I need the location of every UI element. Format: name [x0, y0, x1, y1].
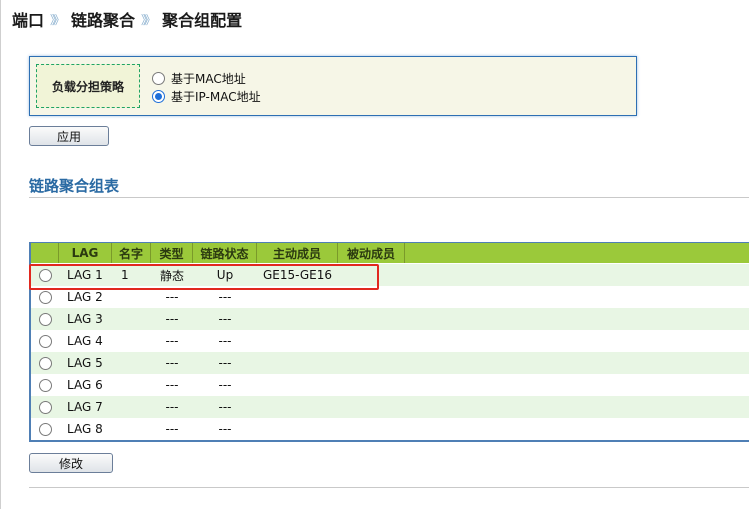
cell-active-members — [257, 418, 338, 440]
row-select-radio[interactable] — [38, 378, 52, 392]
header-lag: LAG — [59, 243, 112, 263]
cell-lag: LAG 5 — [67, 356, 103, 370]
table-header: LAG 名字 类型 链路状态 主动成员 被动成员 — [31, 243, 749, 263]
row-select-radio[interactable] — [38, 312, 52, 326]
cell-name — [112, 286, 151, 308]
cell-passive-members — [338, 396, 405, 418]
radio-ip-mac[interactable] — [152, 90, 165, 103]
breadcrumb: 端口 》》 链路聚合 》》 聚合组配置 — [12, 6, 242, 32]
cell-passive-members — [338, 352, 405, 374]
table-row[interactable]: LAG 3 --- --- — [31, 308, 749, 330]
breadcrumb-separator-icon: 》》 — [141, 12, 156, 27]
cell-type: --- — [165, 312, 179, 326]
page-title: 聚合组配置 — [162, 11, 243, 30]
cell-active-members — [257, 308, 338, 330]
bottom-divider — [29, 487, 749, 488]
cell-lag: LAG 7 — [67, 400, 103, 414]
cell-name — [112, 396, 151, 418]
header-active-members: 主动成员 — [257, 243, 338, 263]
cell-name: 1 — [121, 268, 129, 282]
row-select-radio[interactable] — [38, 356, 52, 370]
cell-passive-members — [338, 374, 405, 396]
apply-button[interactable]: 应用 — [29, 126, 109, 146]
cell-passive-members — [338, 418, 405, 440]
cell-lag: LAG 1 — [67, 268, 103, 282]
load-balance-option-ip-mac[interactable]: 基于IP-MAC地址 — [152, 88, 261, 105]
load-balance-label: 负载分担策略 — [36, 64, 140, 108]
cell-name — [112, 352, 151, 374]
header-select — [31, 243, 59, 263]
breadcrumb-item-port[interactable]: 端口 — [12, 7, 44, 31]
table-row[interactable]: LAG 8 --- --- — [31, 418, 749, 440]
cell-link-status: --- — [218, 312, 232, 326]
radio-ip-mac-label: 基于IP-MAC地址 — [171, 90, 261, 104]
table-row[interactable]: LAG 7 --- --- — [31, 396, 749, 418]
row-select-radio[interactable] — [38, 422, 52, 436]
cell-link-status: --- — [218, 400, 232, 414]
table-row[interactable]: LAG 6 --- --- — [31, 374, 749, 396]
cell-passive-members — [338, 308, 405, 330]
load-balance-panel: 负载分担策略 基于MAC地址 基于IP-MAC地址 — [29, 56, 637, 116]
cell-name — [112, 374, 151, 396]
radio-mac-label: 基于MAC地址 — [171, 72, 246, 86]
cell-link-status: Up — [216, 268, 234, 282]
cell-link-status: --- — [218, 378, 232, 392]
radio-mac[interactable] — [152, 72, 165, 85]
row-select-radio[interactable] — [38, 290, 52, 304]
lag-table: LAG 名字 类型 链路状态 主动成员 被动成员 LAG 1 1 静态 Up G… — [29, 242, 749, 442]
section-title: 链路聚合组表 — [29, 177, 120, 195]
cell-active-members — [257, 374, 338, 396]
header-filler — [405, 243, 749, 263]
header-passive-members: 被动成员 — [338, 243, 405, 263]
table-row[interactable]: LAG 2 --- --- — [31, 286, 749, 308]
cell-active-members: GE15-GE16 — [262, 268, 333, 282]
cell-name — [112, 308, 151, 330]
cell-type: --- — [165, 334, 179, 348]
cell-link-status: --- — [218, 290, 232, 304]
table-row[interactable]: LAG 4 --- --- — [31, 330, 749, 352]
table-row[interactable]: LAG 1 1 静态 Up GE15-GE16 — [31, 264, 749, 286]
cell-lag: LAG 8 — [67, 422, 103, 436]
header-link-status: 链路状态 — [193, 243, 257, 263]
cell-passive-members — [338, 264, 405, 286]
modify-button[interactable]: 修改 — [29, 453, 113, 473]
cell-type: --- — [165, 400, 179, 414]
section-divider — [29, 197, 749, 198]
breadcrumb-separator-icon: 》》 — [50, 12, 65, 27]
cell-name — [112, 418, 151, 440]
row-select-radio[interactable] — [38, 400, 52, 414]
cell-link-status: --- — [218, 422, 232, 436]
cell-active-members — [257, 330, 338, 352]
header-name: 名字 — [112, 243, 151, 263]
row-select-radio[interactable] — [38, 268, 52, 282]
cell-active-members — [257, 396, 338, 418]
cell-type: --- — [165, 356, 179, 370]
cell-link-status: --- — [218, 334, 232, 348]
left-border — [0, 0, 1, 509]
cell-link-status: --- — [218, 356, 232, 370]
cell-active-members — [257, 286, 338, 308]
cell-passive-members — [338, 330, 405, 352]
cell-lag: LAG 6 — [67, 378, 103, 392]
table-row[interactable]: LAG 5 --- --- — [31, 352, 749, 374]
cell-name — [112, 330, 151, 352]
cell-lag: LAG 4 — [67, 334, 103, 348]
cell-type: 静态 — [159, 268, 184, 283]
cell-lag: LAG 2 — [67, 290, 103, 304]
load-balance-option-mac[interactable]: 基于MAC地址 — [152, 70, 246, 87]
breadcrumb-item-link-aggregation[interactable]: 链路聚合 — [71, 7, 135, 31]
cell-active-members — [257, 352, 338, 374]
row-select-radio[interactable] — [38, 334, 52, 348]
cell-passive-members — [338, 286, 405, 308]
cell-type: --- — [165, 378, 179, 392]
header-type: 类型 — [151, 243, 193, 263]
cell-lag: LAG 3 — [67, 312, 103, 326]
cell-type: --- — [165, 290, 179, 304]
cell-type: --- — [165, 422, 179, 436]
